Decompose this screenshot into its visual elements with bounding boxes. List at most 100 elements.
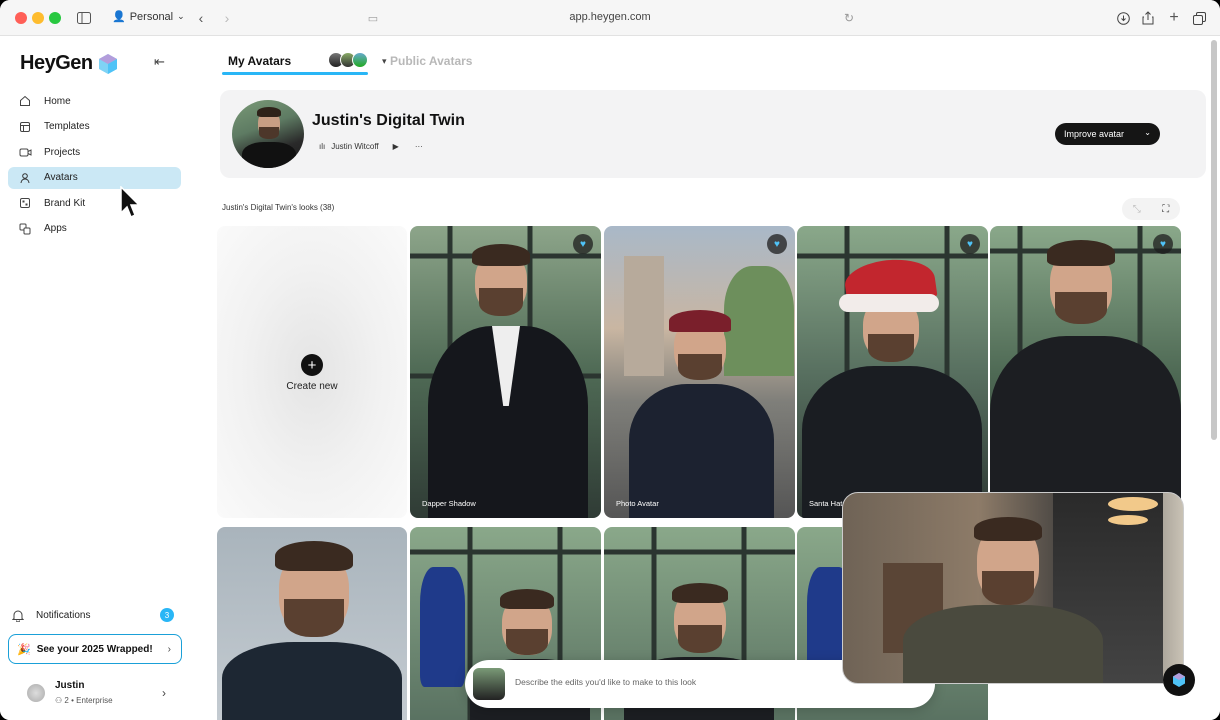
forward-icon[interactable]: › <box>220 8 234 28</box>
person-hair <box>1047 240 1115 266</box>
person-cap <box>669 310 731 332</box>
sidebar-item-label: Templates <box>44 121 90 132</box>
avatar-profile-photo[interactable] <box>232 100 304 168</box>
maximize-window-button[interactable] <box>49 12 61 24</box>
play-icon[interactable]: ▶ <box>393 142 399 151</box>
tab-public-avatars[interactable]: Public Avatars <box>390 54 472 68</box>
person-shirt <box>222 642 402 720</box>
looks-count-label: Justin's Digital Twin's looks (38) <box>222 203 335 212</box>
chevron-down-icon: ⌄ <box>1144 128 1151 137</box>
sidebar-toggle-icon[interactable] <box>74 8 94 28</box>
download-icon[interactable] <box>1115 8 1131 28</box>
avatar-hero-card: Justin's Digital Twin ılı Justin Witcoff… <box>220 90 1206 178</box>
apps-icon <box>18 222 32 236</box>
webcam-overlay <box>842 492 1184 684</box>
heygen-logo[interactable]: HeyGen <box>20 52 119 75</box>
sidebar-item-apps[interactable]: Apps <box>8 218 181 240</box>
look-caption: Photo Avatar <box>616 499 659 508</box>
selected-look-thumbnail <box>473 668 505 700</box>
view-size-toggle: ⤡ ⛶ <box>1122 198 1180 220</box>
wrapped-banner-button[interactable]: 🎉 See your 2025 Wrapped! › <box>8 634 182 664</box>
sidebar-item-home[interactable]: Home <box>8 90 181 112</box>
avatar-thumbnail <box>352 52 368 68</box>
look-card-photo-avatar[interactable]: ♥ Photo Avatar <box>604 226 795 518</box>
assistant-fab-button[interactable] <box>1163 664 1195 696</box>
look-card-santa-hat[interactable]: ♥ Santa Hat Jo <box>797 226 988 518</box>
user-plan-info: ⚇ 2 • Enterprise <box>55 696 113 705</box>
seats-icon: ⚇ <box>55 696 63 705</box>
avatar-icon <box>18 171 32 185</box>
main-content: My Avatars ▾ Public Avatars Justin's Dig… <box>190 36 1220 720</box>
create-new-look-card[interactable]: + Create new <box>217 226 407 518</box>
person-icon: 👤 <box>112 11 126 23</box>
foam-finger <box>420 567 465 687</box>
tab-my-avatars[interactable]: My Avatars <box>228 54 291 68</box>
person-beard <box>506 629 548 655</box>
chevron-right-icon: › <box>162 686 166 700</box>
sidebar-item-label: Brand Kit <box>44 197 86 209</box>
heart-icon[interactable]: ♥ <box>573 234 593 254</box>
person-beard <box>1055 292 1107 324</box>
heart-icon[interactable]: ♥ <box>767 234 787 254</box>
improve-avatar-button[interactable]: Improve avatar ⌄ <box>1055 123 1160 145</box>
heart-icon[interactable]: ♥ <box>960 234 980 254</box>
chevron-right-icon: › <box>167 643 171 655</box>
sidebar: HeyGen ⇤ Home Templates Projects Avatars… <box>0 36 190 720</box>
browser-titlebar: 👤 Personal ⌄ ‹ › ▭ app.heygen.com ↻ + <box>0 0 1220 36</box>
voice-wave-icon: ılı <box>319 142 326 151</box>
sidebar-item-label: Home <box>44 95 71 107</box>
sidebar-item-projects[interactable]: Projects <box>8 141 181 163</box>
profile-switcher[interactable]: 👤 Personal ⌄ <box>112 10 185 24</box>
page-scrollbar[interactable] <box>1211 40 1217 440</box>
person-beard <box>678 625 722 653</box>
look-card-dapper-shadow[interactable]: ♥ Dapper Shadow <box>410 226 601 518</box>
address-bar[interactable]: app.heygen.com <box>500 11 720 23</box>
sidebar-item-brand-kit[interactable]: Brand Kit <box>8 192 181 214</box>
notifications-label: Notifications <box>36 609 91 621</box>
new-tab-icon[interactable]: + <box>1166 8 1182 28</box>
page-settings-icon[interactable]: ▭ <box>366 8 380 28</box>
person-hair <box>974 517 1042 541</box>
person-beard <box>284 599 344 637</box>
voice-name[interactable]: Justin Witcoff <box>331 142 378 151</box>
expand-view-icon[interactable]: ⛶ <box>1162 204 1169 215</box>
user-account-menu[interactable]: Justin ⚇ 2 • Enterprise › <box>22 676 182 712</box>
plus-icon: + <box>301 354 323 376</box>
close-window-button[interactable] <box>15 12 27 24</box>
sidebar-item-avatars[interactable]: Avatars <box>8 166 181 189</box>
sidebar-item-label: Apps <box>44 223 67 234</box>
shrink-view-icon[interactable]: ⤡ <box>1133 204 1141 215</box>
assistant-icon <box>1173 673 1185 687</box>
notifications-count-badge: 3 <box>160 608 174 622</box>
my-avatars-thumbnails <box>328 52 368 68</box>
tab-overview-icon[interactable] <box>1191 8 1207 28</box>
person-beard <box>479 288 523 316</box>
santa-hat-brim <box>839 294 939 312</box>
notifications-item[interactable]: Notifications 3 <box>12 604 180 626</box>
prompt-input[interactable]: Describe the edits you'd like to make to… <box>515 677 696 687</box>
projects-icon <box>18 145 32 159</box>
avatar-title: Justin's Digital Twin <box>312 112 465 129</box>
chevron-down-icon[interactable]: ▾ <box>382 56 387 67</box>
sidebar-item-label: Projects <box>44 146 81 158</box>
look-card-5[interactable] <box>217 527 407 720</box>
sidebar-item-templates[interactable]: Templates <box>8 116 181 138</box>
create-new-label: Create new <box>286 381 338 392</box>
minimize-window-button[interactable] <box>32 12 44 24</box>
person-beard <box>982 571 1034 605</box>
more-options-icon[interactable]: ··· <box>415 142 423 151</box>
party-icon: 🎉 <box>17 643 31 656</box>
heart-icon[interactable]: ♥ <box>1153 234 1173 254</box>
reload-icon[interactable]: ↻ <box>842 8 856 28</box>
back-icon[interactable]: ‹ <box>194 8 208 28</box>
person-sweater <box>990 336 1181 518</box>
person-hair <box>472 244 530 266</box>
person-hoodie <box>903 605 1103 683</box>
look-card-4[interactable]: ♥ <box>990 226 1181 518</box>
user-avatar <box>27 684 45 702</box>
person-hair <box>672 583 728 603</box>
improve-avatar-label: Improve avatar <box>1064 129 1125 139</box>
collapse-sidebar-icon[interactable]: ⇤ <box>154 54 165 70</box>
share-icon[interactable] <box>1140 8 1156 28</box>
logo-text: HeyGen <box>20 52 93 74</box>
